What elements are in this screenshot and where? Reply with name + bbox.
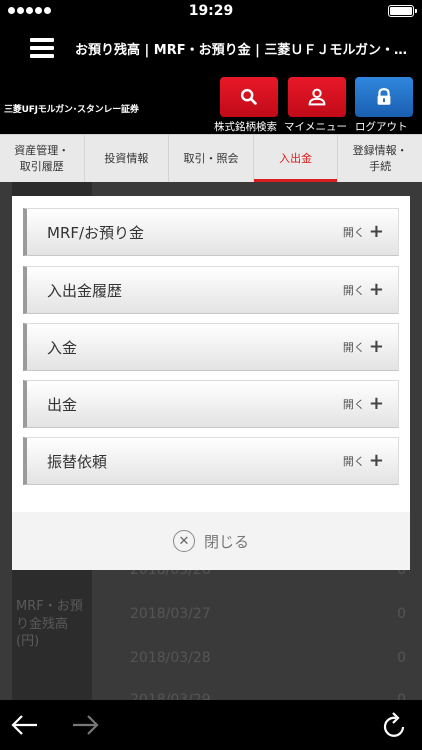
tab-investment-info[interactable]: 投資情報 [85,135,170,182]
stock-search-label[interactable]: 株式銘柄検索 [214,119,277,134]
tab-registration[interactable]: 登録情報・ 手続 [338,135,422,182]
battery-icon [388,5,417,17]
background-date: 2018/03/27 [130,606,211,622]
lock-icon [377,88,391,105]
back-arrow-icon[interactable] [10,712,40,738]
app-header: 三菱UFJモルガン･スタンレー証券 株式銘柄検索 マイメニュー ログアウト [0,74,422,134]
deposit-menu-modal: MRF/お預り金 開く + 入出金履歴 開く + 入金 開く + 出金 開く +… [12,196,410,570]
accordion-item-mrf[interactable]: MRF/お預り金 開く + [23,208,399,256]
close-button[interactable]: ✕ 閉じる [12,512,410,570]
reload-icon[interactable] [382,711,408,739]
mymenu-button[interactable] [288,77,346,117]
accordion-item-transfer[interactable]: 振替依頼 開く + [23,437,399,485]
close-label: 閉じる [203,532,249,551]
open-label: 開く [342,455,365,468]
close-icon: ✕ [172,530,195,552]
open-label: 開く [342,284,365,297]
background-value: 0 [397,606,406,622]
plus-icon: + [368,221,384,242]
plus-icon: + [368,336,384,357]
background-balance-label: MRF・お預り金残高(円) [16,599,83,650]
bottom-toolbar [0,700,422,750]
mymenu-label[interactable]: マイメニュー [284,119,347,134]
top-nav: お預り残高 | MRF・お預り金 | 三菱ＵＦＪモルガン・スタンレー証券 [0,22,422,74]
background-value: 0 [397,650,406,666]
accordion-item-label: 振替依頼 [47,452,108,471]
brand-logo-text: 三菱UFJモルガン･スタンレー証券 [4,105,139,115]
forward-arrow-icon[interactable] [70,712,100,738]
main-tabs: 資産管理・ 取引履歴 投資情報 取引・照会 入出金 登録情報・ 手続 [0,134,422,182]
search-icon [240,88,257,105]
status-bar: 19:29 [0,0,422,22]
status-time: 19:29 [188,3,234,19]
tab-asset-management[interactable]: 資産管理・ 取引履歴 [0,135,85,182]
hamburger-menu-icon[interactable] [30,38,54,58]
logout-button[interactable] [355,77,413,117]
stock-search-button[interactable] [220,77,278,117]
user-icon [308,88,326,106]
logout-label[interactable]: ログアウト [355,119,408,134]
accordion-item-withdrawal[interactable]: 出金 開く + [23,380,399,428]
open-label: 開く [342,226,365,239]
accordion-item-deposit[interactable]: 入金 開く + [23,323,399,371]
open-label: 開く [342,341,365,354]
accordion-item-label: 入金 [47,338,78,357]
accordion-item-label: MRF/お預り金 [47,223,145,242]
tab-trading[interactable]: 取引・照会 [169,135,254,182]
plus-icon: + [368,393,384,414]
plus-icon: + [368,279,384,300]
page-title: お預り残高 | MRF・お預り金 | 三菱ＵＦＪモルガン・スタンレー証券 [75,43,415,58]
tab-deposit-withdrawal[interactable]: 入出金 [253,135,339,182]
plus-icon: + [368,450,384,471]
accordion-item-label: 出金 [47,395,78,414]
accordion-item-history[interactable]: 入出金履歴 開く + [23,266,399,314]
background-date: 2018/03/28 [130,650,211,666]
open-label: 開く [342,398,365,411]
accordion-item-label: 入出金履歴 [47,281,123,300]
